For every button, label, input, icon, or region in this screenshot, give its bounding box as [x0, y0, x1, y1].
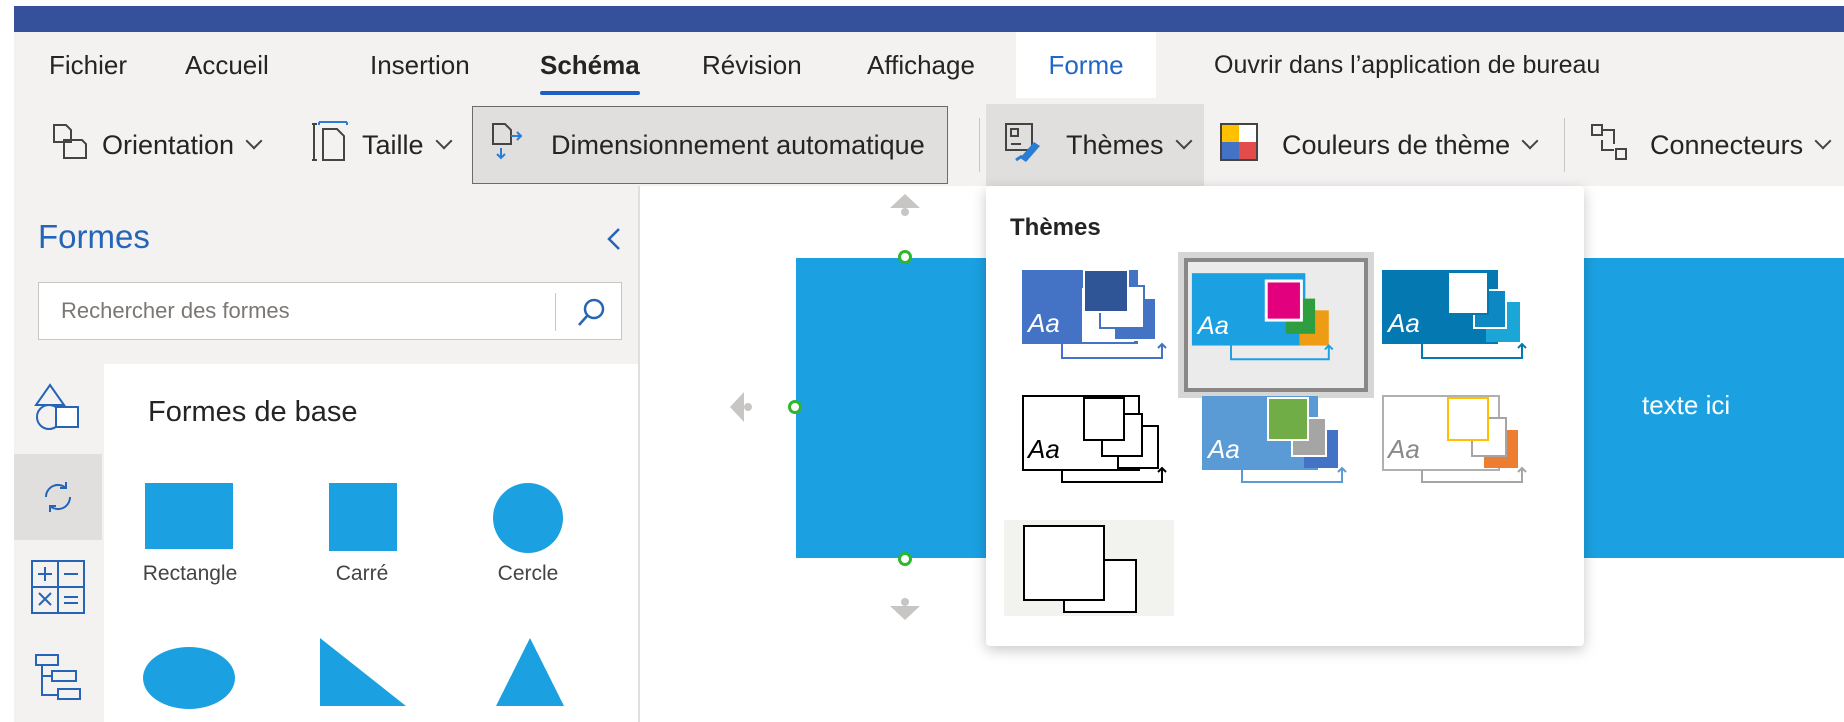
calculator-icon — [31, 560, 85, 614]
ribbon-tabs: Fichier Accueil Insertion Schéma Révisio… — [14, 32, 1844, 104]
theme-option-1[interactable]: Aa — [1022, 268, 1202, 386]
themes-icon — [1004, 122, 1046, 169]
category-flowchart[interactable] — [14, 634, 102, 720]
tab-fichier[interactable]: Fichier — [49, 32, 127, 98]
search-icon — [578, 298, 605, 326]
right-triangle-shape[interactable] — [318, 636, 408, 713]
chevron-down-icon — [1175, 132, 1193, 150]
chevron-down-icon — [1521, 132, 1539, 150]
svg-text:Aa: Aa — [1206, 434, 1240, 464]
shape-search-box — [38, 282, 622, 340]
ribbon-toolbar: Orientation Taille Dimensionnement autom… — [14, 104, 1844, 186]
resize-handle-left[interactable] — [788, 400, 802, 414]
category-bar — [14, 364, 104, 722]
circle-shape[interactable] — [492, 482, 564, 559]
tab-accueil[interactable]: Accueil — [185, 32, 269, 98]
active-tab-underline — [540, 91, 640, 95]
svg-text:Aa: Aa — [1026, 308, 1060, 338]
category-basic-shapes[interactable] — [14, 364, 102, 450]
shapes-icon — [34, 383, 79, 430]
connectors-label: Connecteurs — [1650, 129, 1804, 160]
shape-text: texte ici — [1642, 390, 1731, 420]
theme-colors-button[interactable]: Couleurs de thème — [1220, 104, 1539, 186]
orientation-label: Orientation — [102, 129, 235, 160]
shape-text-box[interactable]: texte ici — [1582, 258, 1844, 558]
page-size-icon — [312, 120, 350, 170]
taille-button[interactable]: Taille — [312, 104, 453, 186]
rectangle-shape[interactable] — [144, 482, 234, 555]
tab-schema-label: Schéma — [540, 50, 640, 80]
connectors-button[interactable]: Connecteurs — [1590, 104, 1832, 186]
resize-handle-top[interactable] — [898, 250, 912, 264]
rectangle-label: Rectangle — [142, 562, 238, 585]
theme-colors-label: Couleurs de thème — [1282, 129, 1511, 160]
shapes-gallery: Formes de base Rectangle Carré Cercle — [104, 364, 638, 722]
resize-handle-bottom[interactable] — [898, 552, 912, 566]
orientation-button[interactable]: Orientation — [50, 104, 263, 186]
svg-text:Aa: Aa — [1196, 312, 1229, 340]
circle-label: Cercle — [497, 562, 559, 585]
taille-label: Taille — [362, 129, 424, 160]
chevron-down-icon — [1814, 132, 1832, 150]
toolbar-divider — [1564, 118, 1565, 172]
category-title: Formes de base — [148, 396, 358, 428]
search-input[interactable] — [61, 293, 521, 329]
tab-insertion[interactable]: Insertion — [370, 32, 470, 98]
theme-option-5[interactable]: Aa — [1202, 392, 1382, 510]
svg-text:Aa: Aa — [1026, 434, 1060, 464]
toolbar-divider — [979, 118, 980, 172]
arrow-down-icon[interactable] — [888, 598, 922, 627]
connectors-icon — [1590, 123, 1630, 168]
arrow-left-icon[interactable] — [728, 390, 752, 429]
auto-size-button[interactable]: Dimensionnement automatique — [472, 106, 948, 184]
svg-text:Aa: Aa — [1386, 434, 1420, 464]
tab-forme[interactable]: Forme — [1016, 32, 1156, 98]
search-button[interactable] — [569, 291, 613, 333]
ellipse-shape[interactable] — [142, 646, 236, 715]
chevron-down-icon — [245, 132, 263, 150]
themes-dropdown-title: Thèmes — [1010, 214, 1101, 241]
flowchart-icon — [35, 654, 81, 700]
auto-size-label: Dimensionnement automatique — [551, 129, 925, 160]
themes-label: Thèmes — [1066, 129, 1164, 160]
tab-revision[interactable]: Révision — [702, 32, 802, 98]
theme-option-7[interactable] — [1004, 520, 1174, 616]
auto-size-icon — [489, 122, 531, 169]
square-shape[interactable] — [328, 482, 398, 557]
shapes-panel: Formes Formes de base Rectangle Carré Ce… — [14, 186, 640, 722]
tab-schema[interactable]: Schéma — [540, 32, 640, 98]
tab-affichage[interactable]: Affichage — [867, 32, 975, 98]
theme-option-2[interactable]: Aa — [1178, 252, 1374, 398]
arrow-up-icon[interactable] — [888, 192, 922, 221]
panel-title: Formes — [38, 218, 150, 255]
cycle-icon — [44, 482, 72, 512]
orientation-icon — [50, 122, 92, 169]
themes-dropdown: Thèmes Aa Aa Aa Aa Aa Aa — [986, 186, 1584, 646]
chevron-down-icon — [435, 132, 453, 150]
open-desktop-app-link[interactable]: Ouvrir dans l’application de bureau — [1214, 32, 1600, 98]
collapse-panel-button[interactable] — [599, 224, 629, 254]
themes-button[interactable]: Thèmes — [986, 104, 1204, 186]
category-math[interactable] — [14, 544, 102, 630]
left-edge — [0, 0, 14, 722]
search-divider — [555, 293, 556, 331]
theme-option-6[interactable]: Aa — [1382, 392, 1562, 510]
theme-colors-icon — [1220, 122, 1260, 168]
theme-option-3[interactable]: Aa — [1382, 268, 1562, 386]
theme-option-4[interactable]: Aa — [1022, 392, 1202, 510]
category-cycle[interactable] — [14, 454, 102, 540]
square-label: Carré — [335, 562, 389, 585]
triangle-shape[interactable] — [494, 636, 566, 713]
chevron-left-icon — [607, 228, 620, 250]
svg-text:Aa: Aa — [1386, 308, 1420, 338]
title-bar — [14, 0, 1844, 32]
